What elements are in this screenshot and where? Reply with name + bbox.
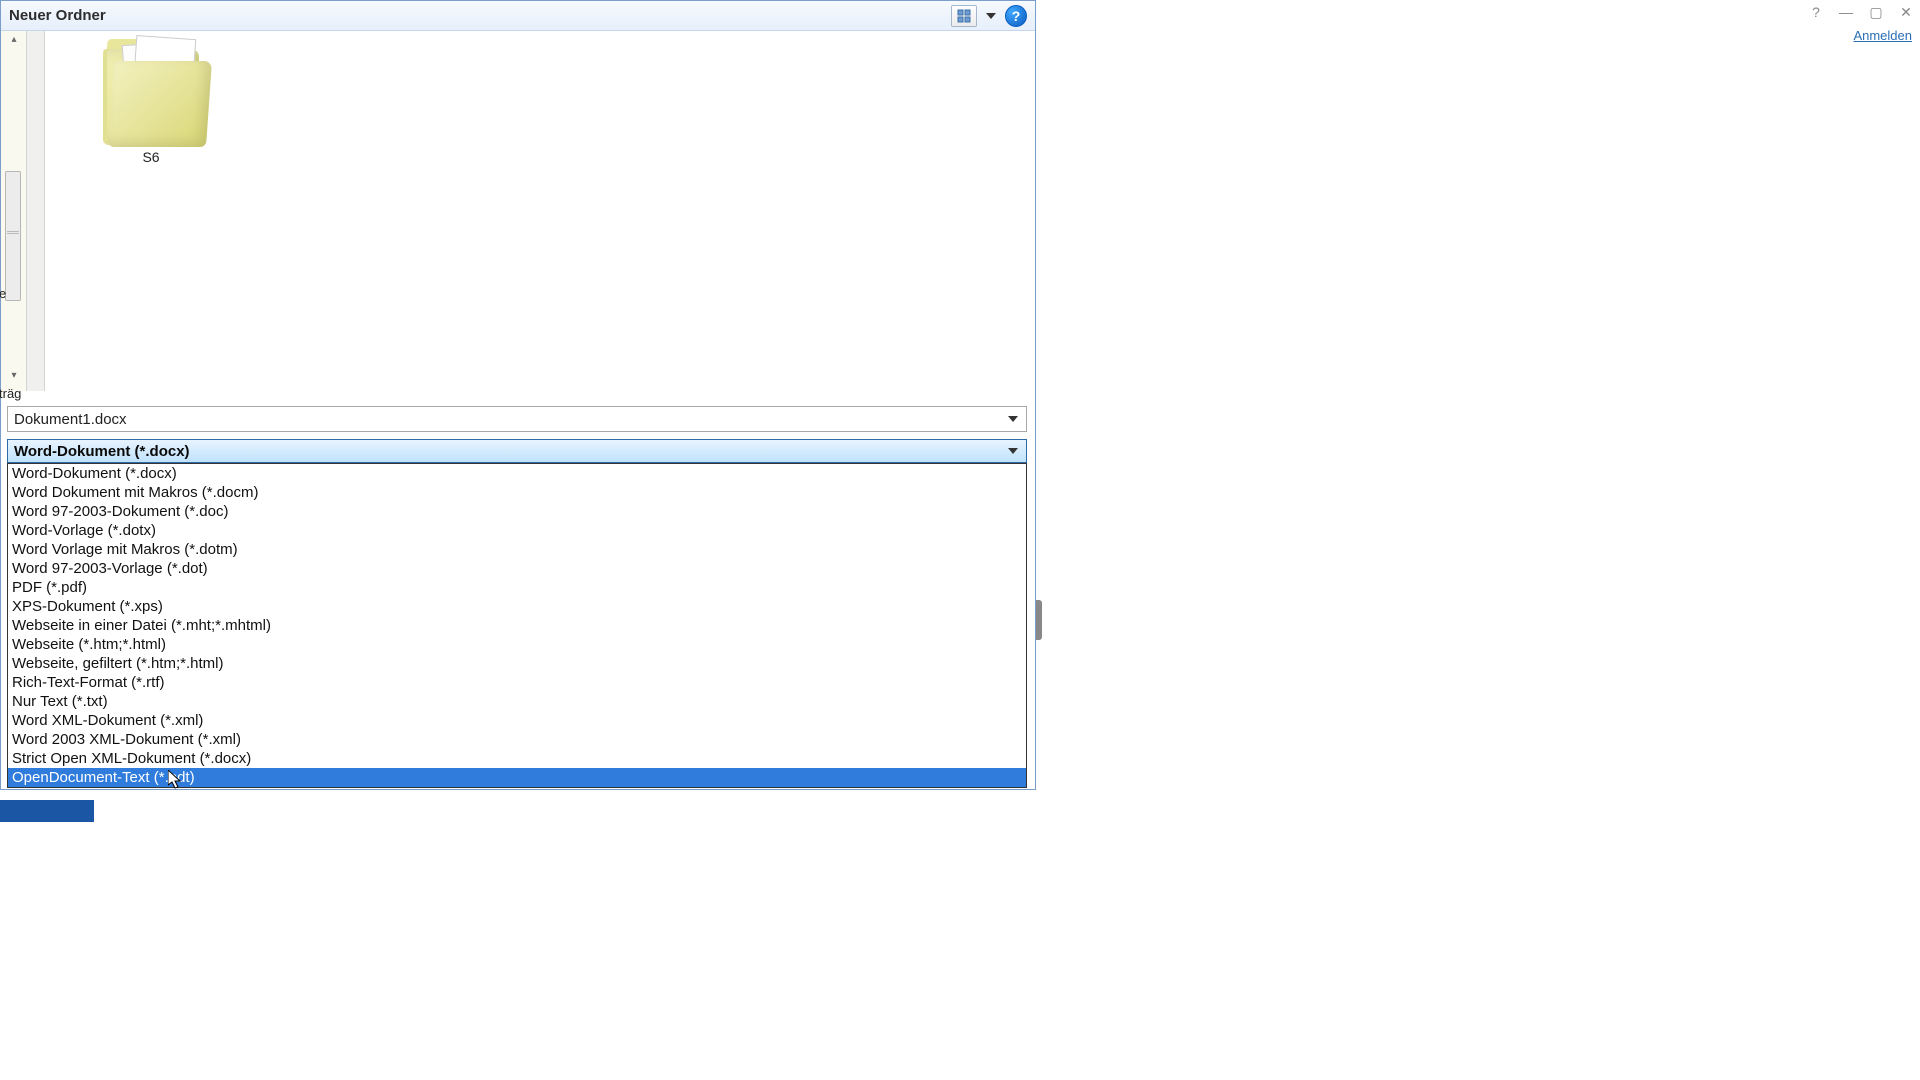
nav-tree-item-partial[interactable]: e [0,286,29,301]
scroll-thumb[interactable] [5,171,21,301]
file-list[interactable]: S6 [45,31,1035,391]
filetype-option[interactable]: Word XML-Dokument (*.xml) [8,711,1026,730]
filetype-option[interactable]: Rich-Text-Format (*.rtf) [8,673,1026,692]
chevron-down-icon [986,13,996,19]
filetype-option[interactable]: Strict Open XML-Dokument (*.docx) [8,749,1026,768]
filetype-option[interactable]: Webseite in einer Datei (*.mht;*.mhtml) [8,616,1026,635]
change-view-dropdown[interactable] [983,5,999,27]
filetype-option[interactable]: PDF (*.pdf) [8,578,1026,597]
nav-tree-item-partial[interactable]: träg [0,386,29,401]
filetype-option[interactable]: Webseite (*.htm;*.html) [8,635,1026,654]
chevron-down-icon [1008,448,1018,454]
filetype-option[interactable]: Word 2003 XML-Dokument (*.xml) [8,730,1026,749]
filetype-option[interactable]: Nur Text (*.txt) [8,692,1026,711]
filetype-dropdown-button[interactable] [1006,444,1020,458]
filetype-option[interactable]: Word Vorlage mit Makros (*.dotm) [8,540,1026,559]
app-restore-icon[interactable]: ▢ [1866,4,1886,20]
filetype-option[interactable]: Word 97-2003-Dokument (*.doc) [8,502,1026,521]
file-browser-pane: ▴ ▾ e träg S6 [1,31,1035,391]
folder-item[interactable]: S6 [81,39,221,165]
sign-in-link[interactable]: Anmelden [1853,28,1912,43]
filetype-selected-value: Word-Dokument (*.docx) [14,443,1006,460]
filetype-option[interactable]: OpenDocument-Text (*.odt) [8,768,1026,787]
change-view-button[interactable] [951,5,977,27]
filetype-option[interactable]: Webseite, gefiltert (*.htm;*.html) [8,654,1026,673]
filename-value: Dokument1.docx [14,411,1006,428]
filetype-option[interactable]: Word-Vorlage (*.dotx) [8,521,1026,540]
scroll-grip-icon [7,231,19,234]
filetype-option[interactable]: Word Dokument mit Makros (*.docm) [8,483,1026,502]
filename-combobox[interactable]: Dokument1.docx [7,406,1027,432]
app-help-icon[interactable]: ? [1806,4,1826,20]
new-folder-button[interactable]: Neuer Ordner [9,7,106,24]
filename-dropdown-button[interactable] [1006,412,1020,426]
filetype-combobox[interactable]: Word-Dokument (*.docx) [7,439,1027,463]
filetype-dropdown-list[interactable]: Word-Dokument (*.docx)Word Dokument mit … [7,463,1027,788]
folder-icon [103,39,199,145]
filetype-option[interactable]: XPS-Dokument (*.xps) [8,597,1026,616]
app-minimize-icon[interactable]: — [1836,4,1856,20]
views-icon [957,9,971,23]
filetype-option[interactable]: Word 97-2003-Vorlage (*.dot) [8,559,1026,578]
navigation-pane-edge [27,31,45,391]
chevron-down-icon [1008,416,1018,422]
taskbar-fragment [0,800,94,822]
navigation-pane-scroll: ▴ ▾ [1,31,27,391]
dialog-help-button[interactable]: ? [1005,5,1027,27]
background-window-edge [1036,600,1042,640]
save-as-dialog: Neuer Ordner ? ▴ ▾ e träg [0,0,1036,790]
folder-name-label: S6 [81,149,221,165]
scroll-up-button[interactable]: ▴ [1,31,27,47]
scroll-down-button[interactable]: ▾ [1,367,27,383]
dialog-toolbar: Neuer Ordner ? [1,1,1035,31]
filetype-option[interactable]: Word-Dokument (*.docx) [8,464,1026,483]
app-close-icon[interactable]: ✕ [1896,4,1916,20]
